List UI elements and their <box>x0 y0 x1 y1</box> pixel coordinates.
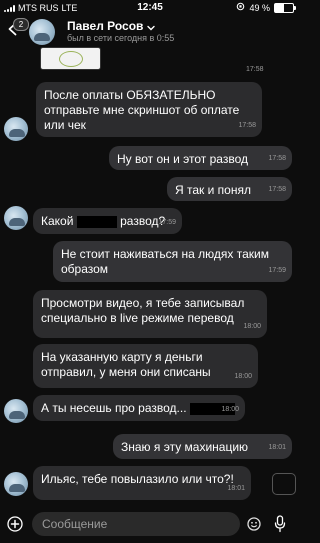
message-time: 18:00 <box>234 373 252 380</box>
sender-avatar[interactable] <box>4 399 28 423</box>
unread-badge: 2 <box>13 18 29 31</box>
message-bubble-incoming[interactable]: На указанную карту я деньги отправил, у … <box>33 344 258 388</box>
contact-name[interactable]: Павел Росов <box>67 19 143 33</box>
message-time: 17:59 <box>268 267 286 274</box>
message-bubble-incoming[interactable]: Ильяс, тебе повылазило или что?! 18:01 <box>33 466 251 500</box>
message-time: 17:58 <box>268 155 286 162</box>
message-time: 18:01 <box>227 485 245 492</box>
message-text: Ну вот он и этот развод <box>117 152 248 166</box>
chat-header: 2 Павел Росов был в сети сегодня в 0:55 <box>0 16 300 46</box>
emoji-icon[interactable] <box>247 517 261 531</box>
message-time: 18:00 <box>221 406 239 413</box>
stamp-icon <box>59 51 83 67</box>
message-bubble-outgoing[interactable]: Я так и понял 17:58 <box>167 177 292 201</box>
message-bubble-incoming[interactable]: Просмотри видео, я тебе записывал специа… <box>33 290 267 338</box>
message-text: Просмотри видео, я тебе записывал специа… <box>41 296 245 325</box>
message-time: 17:59 <box>158 219 176 226</box>
battery-percent: 49 % <box>249 2 270 13</box>
message-bubble-incoming[interactable]: Какой развод? 17:59 <box>33 208 182 234</box>
status-bar: MTS RUS LTE 12:45 49 % <box>0 0 300 16</box>
message-input[interactable]: Сообщение <box>32 512 240 536</box>
battery-icon <box>274 2 296 13</box>
image-attachment[interactable] <box>40 47 101 70</box>
message-text: После оплаты ОБЯЗАТЕЛЬНО отправьте мне с… <box>44 88 240 132</box>
microphone-icon[interactable] <box>273 515 287 533</box>
sender-avatar[interactable] <box>4 117 28 141</box>
message-bubble-outgoing[interactable]: Не стоит наживаться на людях таким образ… <box>53 241 292 282</box>
message-text: А ты несешь про развод... <box>41 401 187 415</box>
redacted-text <box>76 215 117 228</box>
message-time: 17:58 <box>268 186 286 193</box>
message-bubble-incoming[interactable]: А ты несешь про развод... 18:00 <box>33 395 245 421</box>
message-time: 18:01 <box>268 444 286 451</box>
message-text: Знаю я эту махинацию <box>121 440 249 454</box>
message-bubble-outgoing[interactable]: Знаю я эту махинацию 18:01 <box>113 434 292 459</box>
message-time: 17:58 <box>238 122 256 129</box>
message-text: Какой <box>41 214 74 228</box>
gif-icon[interactable] <box>272 473 296 495</box>
message-composer: Сообщение <box>0 510 300 543</box>
message-text: На указанную карту я деньги отправил, у … <box>41 350 211 379</box>
chevron-down-icon[interactable] <box>146 20 156 31</box>
message-bubble-incoming[interactable]: После оплаты ОБЯЗАТЕЛЬНО отправьте мне с… <box>36 82 262 137</box>
sender-avatar[interactable] <box>4 472 28 496</box>
message-text: Я так и понял <box>175 183 251 197</box>
message-time: 17:58 <box>246 66 264 73</box>
message-time: 18:00 <box>243 323 261 330</box>
sender-avatar[interactable] <box>4 206 28 230</box>
last-seen-status: был в сети сегодня в 0:55 <box>67 33 175 43</box>
attach-plus-icon[interactable] <box>7 516 23 532</box>
message-bubble-outgoing[interactable]: Ну вот он и этот развод 17:58 <box>109 146 292 170</box>
message-text: Ильяс, тебе повылазило или что?! <box>41 472 234 486</box>
contact-avatar[interactable] <box>29 19 55 45</box>
orientation-lock-icon <box>236 2 245 13</box>
status-bar-right: 49 % <box>236 2 296 13</box>
message-text: Не стоит наживаться на людях таким образ… <box>61 247 269 276</box>
